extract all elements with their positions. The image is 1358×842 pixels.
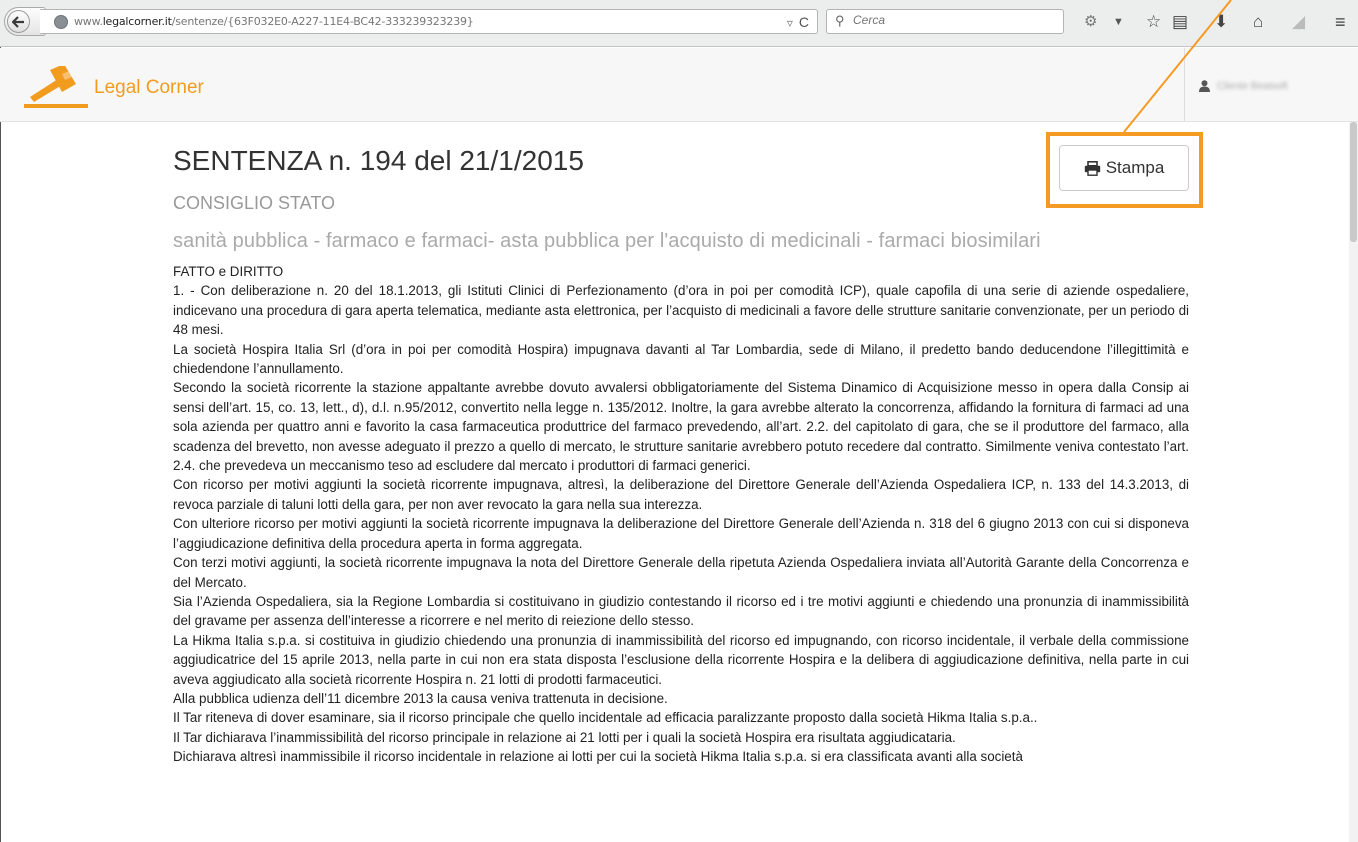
document-paragraph: La società Hospira Italia Srl (d’ora in …	[173, 341, 1189, 377]
document-paragraph: Con terzi motivi aggiunti, la società ri…	[173, 555, 1189, 590]
pocket-icon[interactable]: ◢	[1292, 10, 1305, 34]
subject-line: sanità pubblica - farmaco e farmaci- ast…	[173, 230, 1041, 252]
dropdown-arrow-icon[interactable]: ▿	[787, 16, 793, 30]
document-body: FATTO e DIRITTO 1. - Con deliberazione n…	[173, 262, 1189, 767]
search-bar[interactable]: ⚲	[826, 9, 1064, 34]
user-menu[interactable]: Cliente Beatsoft	[1184, 48, 1358, 121]
page-title: SENTENZA n. 194 del 21/1/2015	[173, 145, 584, 176]
site-navbar: Legal Corner Cliente Beatsoft	[0, 48, 1358, 122]
print-button-label: Stampa	[1105, 158, 1165, 177]
download-icon[interactable]: ⬇	[1214, 10, 1228, 34]
scrollbar-thumb[interactable]	[1350, 122, 1357, 242]
document-paragraph: Alla pubblica udienza dell’11 dicembre 2…	[173, 690, 668, 706]
document-paragraph: Dichiarava altresì inammissibile il rico…	[173, 749, 1023, 765]
document-paragraph: La Hikma Italia s.p.a. si costituiva in …	[173, 632, 1189, 687]
document-paragraph: FATTO e DIRITTO	[173, 264, 284, 279]
document-paragraph: Con ricorso per motivi aggiunti la socie…	[173, 477, 1189, 512]
browser-toolbar: www.legalcorner.it/sentenze/{63F032E0-A2…	[0, 0, 1358, 47]
document-paragraph: Secondo la società ricorrente la stazion…	[173, 380, 1189, 474]
url-text: www.legalcorner.it/sentenze/{63F032E0-A2…	[74, 15, 474, 28]
document-paragraph: Sia l’Azienda Ospedaliera, sia la Region…	[173, 593, 1189, 629]
url-bar[interactable]: www.legalcorner.it/sentenze/{63F032E0-A2…	[40, 9, 818, 34]
brand-name[interactable]: Legal Corner	[94, 77, 204, 99]
document-paragraph: Il Tar riteneva di dover esaminare, sia …	[173, 710, 1038, 726]
gavel-logo-icon[interactable]	[22, 66, 90, 108]
menu-icon[interactable]: ≡	[1335, 10, 1346, 34]
user-icon	[1199, 80, 1210, 95]
reload-icon[interactable]: C	[799, 14, 809, 30]
search-icon: ⚲	[835, 13, 845, 28]
print-button[interactable]: Stampa	[1059, 145, 1189, 191]
addon-dropdown-icon[interactable]: ▼	[1113, 10, 1124, 34]
home-icon[interactable]: ⌂	[1253, 10, 1263, 34]
page-scrollbar[interactable]	[1349, 122, 1358, 842]
document-paragraph: 1. - Con deliberazione n. 20 del 18.1.20…	[173, 283, 1189, 338]
back-arrow-icon	[7, 10, 30, 33]
court-name: CONSIGLIO STATO	[173, 193, 336, 213]
document-paragraph: Il Tar dichiarava l’inammissibilità del …	[173, 729, 956, 745]
reading-list-icon[interactable]: ▤	[1172, 10, 1188, 34]
bookmark-star-icon[interactable]: ☆	[1146, 10, 1161, 34]
user-name: Cliente Beatsoft	[1217, 81, 1288, 92]
document-paragraph: Con ulteriore ricorso per motivi aggiunt…	[173, 516, 1189, 551]
print-icon	[1084, 160, 1100, 176]
addon-icon[interactable]: ⚙	[1084, 10, 1097, 34]
window-border	[0, 47, 1, 842]
globe-icon	[54, 15, 68, 29]
search-input[interactable]	[853, 13, 1053, 27]
url-actions: ▿ C	[787, 14, 809, 30]
